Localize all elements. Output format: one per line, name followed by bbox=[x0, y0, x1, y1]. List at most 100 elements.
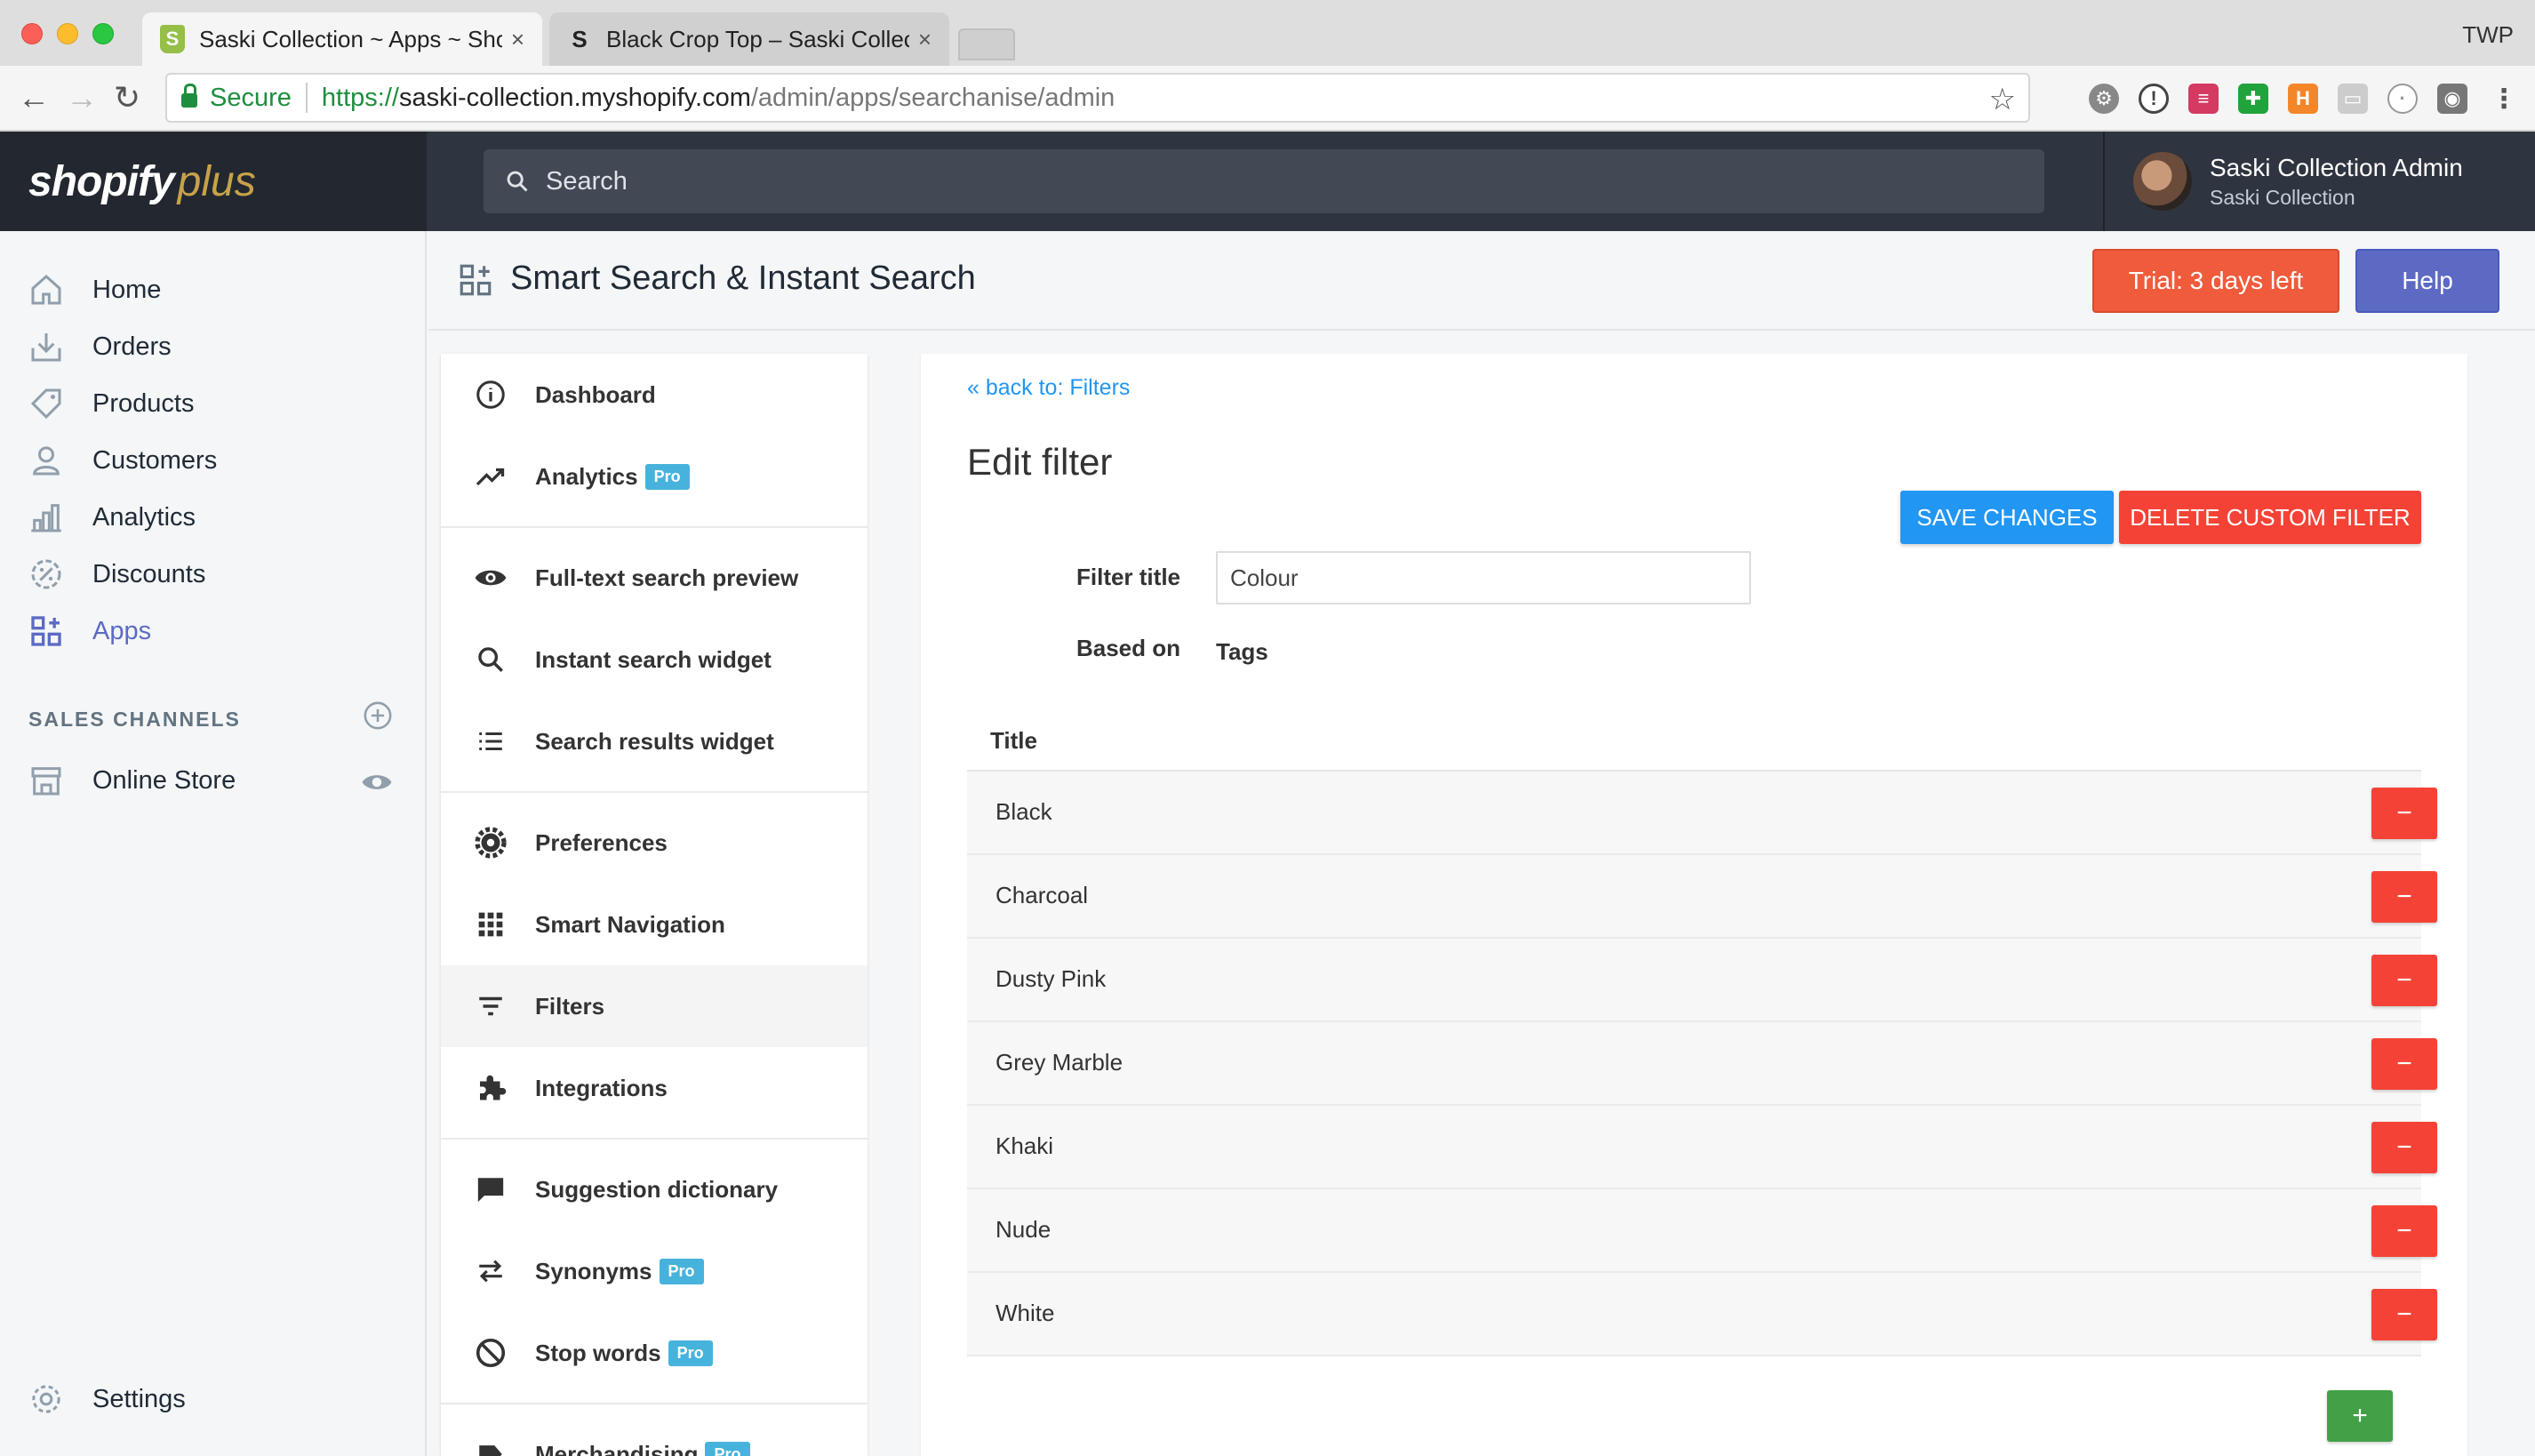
sidebar-divider bbox=[441, 526, 868, 528]
nav-item-analytics[interactable]: Analytics bbox=[0, 489, 425, 546]
side-item-instant-search[interactable]: Instant search widget bbox=[441, 619, 868, 700]
nav-item-customers[interactable]: Customers bbox=[0, 432, 425, 489]
filter-value: Grey Marble bbox=[996, 1049, 1124, 1076]
close-tab-icon[interactable]: × bbox=[511, 26, 524, 53]
gear-icon bbox=[473, 825, 508, 860]
nav-item-settings[interactable]: Settings bbox=[0, 1371, 425, 1428]
chat-icon bbox=[473, 1172, 508, 1207]
browser-tab[interactable]: S Black Crop Top – Saski Collection × bbox=[549, 12, 949, 66]
s-letter-icon: S bbox=[572, 25, 588, 52]
extension-password-icon[interactable]: ! bbox=[2139, 84, 2169, 114]
nav-item-products[interactable]: Products bbox=[0, 375, 425, 432]
browser-tab-bar: S Saski Collection ~ Apps ~ Shopify × S … bbox=[0, 0, 2535, 66]
table-row: Black − bbox=[967, 772, 2437, 855]
new-tab-button[interactable] bbox=[958, 28, 1015, 60]
nav-label: Customers bbox=[92, 445, 218, 475]
search-placeholder: Search bbox=[546, 166, 628, 196]
extension-camera-icon[interactable]: ◉ bbox=[2437, 84, 2467, 114]
side-item-analytics[interactable]: Analytics Pro bbox=[441, 436, 868, 517]
back-to-filters-link[interactable]: « back to: Filters bbox=[967, 375, 1130, 401]
nav-label: Apps bbox=[92, 616, 152, 645]
apps-icon bbox=[460, 264, 492, 296]
bar-chart-icon bbox=[27, 498, 66, 537]
shopify-plus-logo[interactable]: shopify plus bbox=[0, 132, 427, 231]
filter-value: Nude bbox=[996, 1216, 1052, 1243]
remove-value-button[interactable]: − bbox=[2371, 1289, 2437, 1340]
bookmark-star-icon[interactable]: ☆ bbox=[1989, 82, 2016, 117]
search-icon bbox=[507, 171, 528, 192]
puzzle-icon bbox=[473, 1070, 508, 1106]
profile-label[interactable]: TWP bbox=[2462, 21, 2514, 49]
nav-item-orders[interactable]: Orders bbox=[0, 318, 425, 375]
url-bar[interactable]: Secure https:// saski-collection.myshopi… bbox=[165, 73, 2030, 123]
table-row: Grey Marble − bbox=[967, 1022, 2437, 1106]
maximize-window-button[interactable] bbox=[92, 23, 114, 44]
side-item-search-results[interactable]: Search results widget bbox=[441, 700, 868, 782]
secure-label: Secure bbox=[210, 83, 292, 112]
grid-icon bbox=[473, 907, 508, 942]
extension-circle-icon[interactable]: · bbox=[2387, 84, 2418, 114]
side-item-synonyms[interactable]: Synonyms Pro bbox=[441, 1230, 868, 1312]
nav-item-discounts[interactable]: Discounts bbox=[0, 546, 425, 603]
side-item-preferences[interactable]: Preferences bbox=[441, 802, 868, 884]
side-item-fulltext-preview[interactable]: Full-text search preview bbox=[441, 537, 868, 619]
nav-item-apps[interactable]: Apps bbox=[0, 603, 425, 660]
browser-menu-icon[interactable]: ⋮ bbox=[2489, 84, 2519, 114]
eye-icon[interactable] bbox=[361, 766, 393, 798]
help-button[interactable]: Help bbox=[2355, 249, 2499, 313]
table-row: Dusty Pink − bbox=[967, 939, 2437, 1022]
url-host: saski-collection.myshopify.com bbox=[398, 83, 751, 112]
info-icon bbox=[473, 377, 508, 412]
remove-value-button[interactable]: − bbox=[2371, 788, 2437, 839]
filter-title-input[interactable] bbox=[1216, 551, 1751, 604]
side-item-stop-words[interactable]: Stop words Pro bbox=[441, 1312, 868, 1394]
reload-icon[interactable]: ↻ bbox=[114, 80, 140, 116]
side-item-suggestion-dictionary[interactable]: Suggestion dictionary bbox=[441, 1148, 868, 1230]
close-tab-icon[interactable]: × bbox=[918, 26, 932, 53]
side-label: Dashboard bbox=[535, 380, 656, 408]
add-circle-icon[interactable] bbox=[363, 700, 393, 731]
url-separator bbox=[305, 83, 308, 113]
side-item-dashboard[interactable]: Dashboard bbox=[441, 354, 868, 436]
remove-value-button[interactable]: − bbox=[2371, 871, 2437, 923]
extension-pocket-icon[interactable]: ≡ bbox=[2188, 84, 2219, 114]
tag-icon bbox=[27, 384, 66, 423]
side-item-filters[interactable]: Filters bbox=[441, 965, 868, 1047]
nav-item-home[interactable]: Home bbox=[0, 261, 425, 318]
orders-icon bbox=[27, 327, 66, 366]
page-title: Smart Search & Instant Search bbox=[510, 260, 976, 297]
swap-icon bbox=[473, 1253, 508, 1289]
apps-icon bbox=[27, 612, 66, 651]
add-value-button[interactable]: + bbox=[2327, 1390, 2393, 1442]
back-arrow-icon[interactable]: ← bbox=[18, 80, 50, 116]
close-window-button[interactable] bbox=[21, 23, 43, 44]
trending-up-icon bbox=[473, 459, 508, 494]
values-table-header: Title bbox=[990, 727, 1037, 754]
admin-search-input[interactable]: Search bbox=[484, 149, 2044, 213]
save-changes-button[interactable]: SAVE CHANGES bbox=[1900, 491, 2114, 544]
nav-label: Online Store bbox=[92, 765, 236, 795]
nav-label: Analytics bbox=[92, 502, 196, 532]
forward-arrow-icon[interactable]: → bbox=[66, 80, 98, 116]
filter-title-label: Filter title bbox=[1076, 564, 1180, 590]
side-item-merchandising[interactable]: Merchandising Pro bbox=[441, 1413, 868, 1456]
side-label: Instant search widget bbox=[535, 645, 772, 673]
extension-plus-icon[interactable]: ✚ bbox=[2238, 84, 2268, 114]
side-item-integrations[interactable]: Integrations bbox=[441, 1047, 868, 1129]
lock-icon bbox=[181, 84, 197, 108]
discount-icon bbox=[27, 555, 66, 594]
side-item-smart-navigation[interactable]: Smart Navigation bbox=[441, 884, 868, 965]
extension-h-icon[interactable]: H bbox=[2288, 84, 2318, 114]
extension-gear-icon[interactable]: ⚙ bbox=[2089, 84, 2119, 114]
extension-cast-icon[interactable]: ▭ bbox=[2338, 84, 2368, 114]
remove-value-button[interactable]: − bbox=[2371, 955, 2437, 1006]
delete-custom-filter-button[interactable]: DELETE CUSTOM FILTER bbox=[2119, 491, 2421, 544]
browser-tab-active[interactable]: S Saski Collection ~ Apps ~ Shopify × bbox=[142, 12, 542, 66]
remove-value-button[interactable]: − bbox=[2371, 1205, 2437, 1257]
remove-value-button[interactable]: − bbox=[2371, 1122, 2437, 1173]
minimize-window-button[interactable] bbox=[57, 23, 78, 44]
remove-value-button[interactable]: − bbox=[2371, 1038, 2437, 1090]
user-menu[interactable]: Saski Collection Admin Saski Collection bbox=[2103, 132, 2535, 231]
trial-button[interactable]: Trial: 3 days left bbox=[2092, 249, 2339, 313]
edit-filter-title: Edit filter bbox=[967, 441, 1113, 483]
